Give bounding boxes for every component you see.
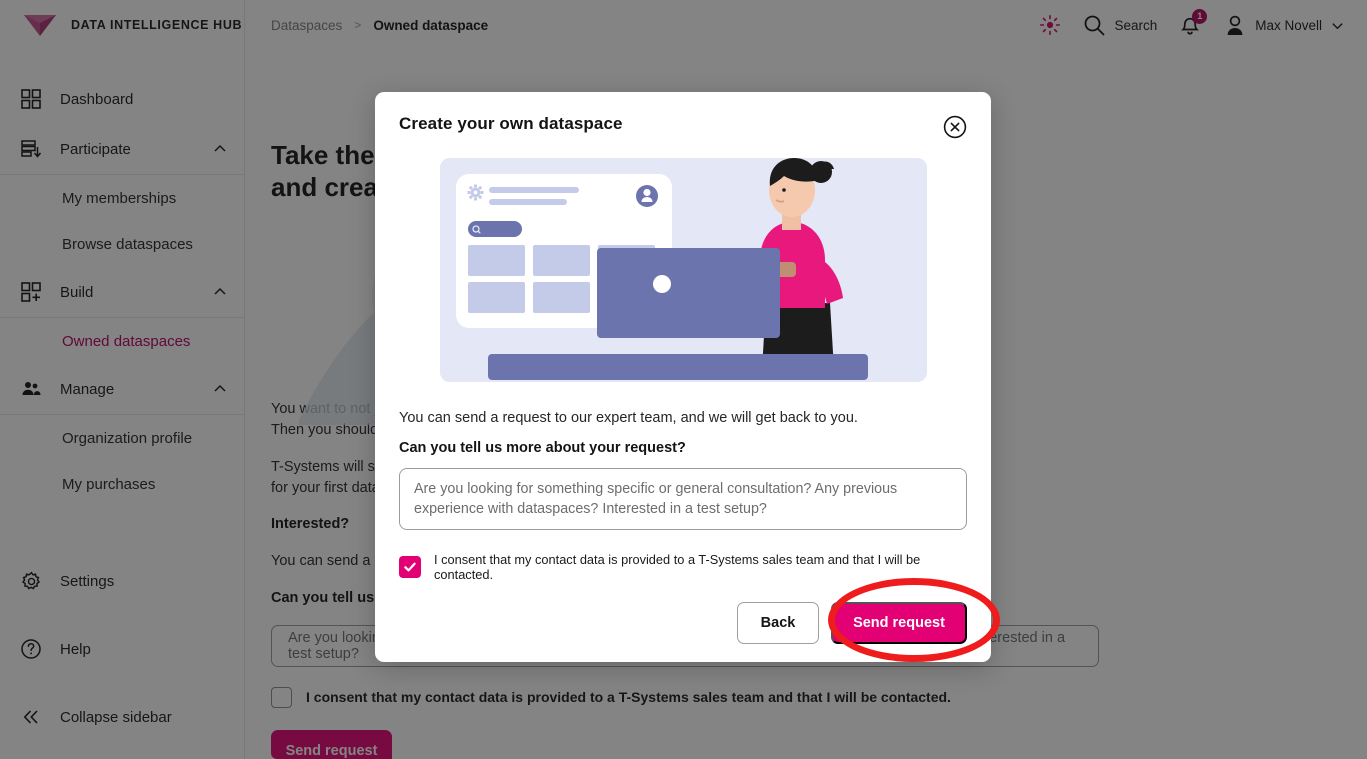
consent-row[interactable]: I consent that my contact data is provid… [399, 552, 967, 582]
send-request-button[interactable]: Send request [831, 602, 967, 644]
back-button[interactable]: Back [737, 602, 819, 644]
close-circle-icon[interactable] [943, 115, 967, 139]
consent-label: I consent that my contact data is provid… [434, 552, 921, 582]
consent-checkbox[interactable] [399, 556, 421, 578]
modal-question-text: Can you tell us more about your request? [399, 440, 686, 456]
request-textarea[interactable]: Are you looking for something specific o… [399, 468, 967, 530]
checkmark-icon [404, 562, 416, 572]
modal-header: Create your own dataspace [399, 114, 967, 139]
app-root: DATA INTELLIGENCE HUB Dashboard [0, 0, 1367, 759]
woman-presenting-dashboard-illustration-icon [439, 158, 927, 382]
modal-lead-text: You can send a request to our expert tea… [399, 410, 858, 426]
create-dataspace-modal: Create your own dataspace You can send a… [375, 92, 991, 662]
modal-actions: Back Send request [399, 602, 967, 644]
modal-title: Create your own dataspace [399, 114, 623, 133]
